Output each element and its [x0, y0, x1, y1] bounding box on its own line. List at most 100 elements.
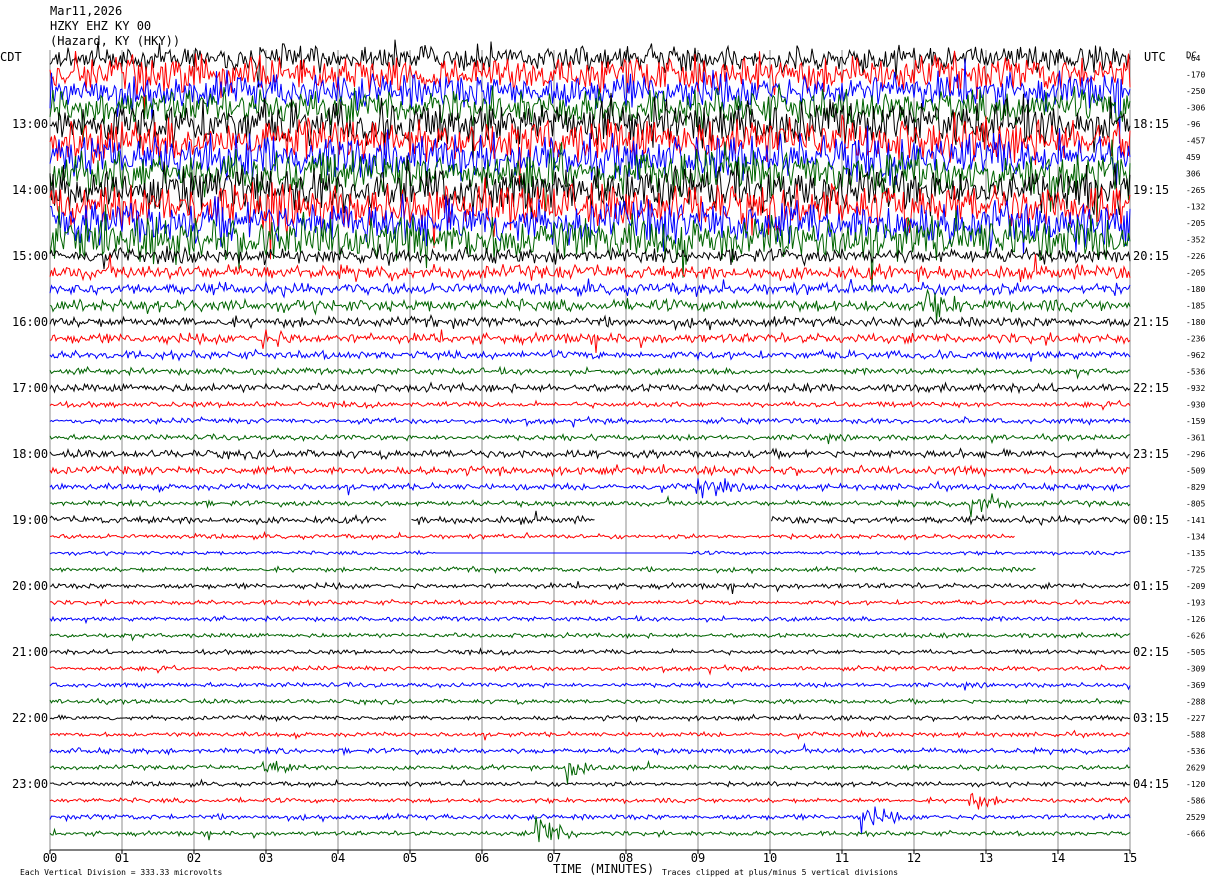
right-hour-label: 01:15: [1133, 579, 1169, 593]
right-hour-label: 03:15: [1133, 711, 1169, 725]
trace-line: [49, 381, 1131, 395]
trace-line: [49, 329, 1131, 354]
right-timezone-label: UTC: [1144, 50, 1166, 64]
trace-line: [49, 759, 1131, 784]
left-hour-label: 21:00: [12, 645, 48, 659]
trace-line: [49, 493, 1131, 518]
trace-line: [49, 712, 1131, 723]
dc-offset-label: -962: [1186, 351, 1205, 360]
x-tick-label: 12: [907, 851, 921, 865]
dc-offset-label: -126: [1186, 615, 1205, 624]
dc-offset-label: -829: [1186, 483, 1205, 492]
dc-offset-label: -132: [1186, 203, 1205, 212]
dc-offset-label: -296: [1186, 450, 1205, 459]
dc-offset-label: -352: [1186, 236, 1205, 245]
dc-offset-label: -626: [1186, 632, 1205, 641]
trace-line: [49, 631, 1131, 642]
dc-offset-label: -536: [1186, 368, 1205, 377]
x-tick-label: 05: [403, 851, 417, 865]
dc-offset-label: -134: [1186, 533, 1205, 542]
right-hour-label: 18:15: [1133, 117, 1169, 131]
dc-offset-label: -205: [1186, 269, 1205, 278]
trace-line: [49, 792, 1131, 810]
trace-line: [49, 729, 1131, 741]
dc-offset-label: -309: [1186, 665, 1205, 674]
left-hour-label: 23:00: [12, 777, 48, 791]
x-tick-label: 14: [1051, 851, 1065, 865]
trace-line: [49, 778, 1130, 789]
dc-offset-label: -236: [1186, 335, 1205, 344]
dc-offset-label: -361: [1186, 434, 1205, 443]
dc-offset-label: -288: [1186, 698, 1205, 707]
right-hour-label: 02:15: [1133, 645, 1169, 659]
trace-line: [49, 697, 1131, 706]
left-hour-label: 22:00: [12, 711, 48, 725]
trace-line: [49, 565, 1036, 575]
helicorder-plot: CDT UTC DC TIME (MINUTES) Each Vertical …: [0, 39, 1205, 877]
x-tick-label: 10: [763, 851, 777, 865]
dc-offset-label: 306: [1186, 170, 1201, 179]
dc-offset-label: -586: [1186, 797, 1205, 806]
trace-line: [49, 447, 1131, 461]
dc-offset-label: -141: [1186, 516, 1205, 525]
x-tick-label: 00: [43, 851, 57, 865]
trace-line: [49, 278, 1131, 299]
x-axis-title: TIME (MINUTES): [553, 862, 654, 876]
trace-line: [49, 598, 1131, 608]
trace-line: [49, 365, 1131, 380]
dc-offset-label: -64: [1186, 54, 1201, 63]
trace-line: [49, 614, 1131, 625]
trace-line: [49, 510, 1131, 527]
seismic-traces: [49, 39, 1131, 843]
trace-line: [49, 314, 1131, 332]
x-tick-label: 15: [1123, 851, 1137, 865]
dc-offset-label: -170: [1186, 71, 1205, 80]
trace-line: [49, 530, 1015, 541]
right-hour-label: 21:15: [1133, 315, 1169, 329]
trace-line: [49, 288, 1131, 322]
x-tick-label: 08: [619, 851, 633, 865]
left-hour-label: 20:00: [12, 579, 48, 593]
right-hour-label: 23:15: [1133, 447, 1169, 461]
trace-line: [49, 806, 1131, 835]
left-hour-label: 13:00: [12, 117, 48, 131]
dc-offset-label: -725: [1186, 566, 1205, 575]
dc-offset-label: -265: [1186, 186, 1205, 195]
footer-left-note: Each Vertical Division = 333.33 microvol…: [20, 868, 222, 877]
left-hour-label: 18:00: [12, 447, 48, 461]
dc-offset-label: -180: [1186, 285, 1205, 294]
x-tick-label: 07: [547, 851, 561, 865]
dc-offset-label: -536: [1186, 747, 1205, 756]
dc-offset-label: -369: [1186, 681, 1205, 690]
trace-line: [49, 816, 1131, 843]
left-hour-label: 15:00: [12, 249, 48, 263]
left-hour-label: 16:00: [12, 315, 48, 329]
dc-offset-label: -930: [1186, 401, 1205, 410]
right-hour-label: 04:15: [1133, 777, 1169, 791]
dc-offset-label: -205: [1186, 219, 1205, 228]
right-hour-label: 20:15: [1133, 249, 1169, 263]
dc-offset-label: 459: [1186, 153, 1201, 162]
trace-line: [49, 581, 1130, 594]
trace-line: [49, 432, 1131, 445]
left-timezone-label: CDT: [0, 50, 22, 64]
dc-offset-label: -666: [1186, 830, 1205, 839]
right-hour-label: 00:15: [1133, 513, 1169, 527]
x-tick-label: 02: [187, 851, 201, 865]
dc-offset-label: -805: [1186, 500, 1205, 509]
x-tick-label: 06: [475, 851, 489, 865]
left-hour-label: 19:00: [12, 513, 48, 527]
dc-offset-label: -588: [1186, 731, 1205, 740]
trace-line: [49, 243, 1131, 269]
right-hour-label: 19:15: [1133, 183, 1169, 197]
dc-offset-label: -135: [1186, 549, 1205, 558]
trace-line: [49, 348, 1131, 362]
trace-line: [49, 549, 1131, 557]
trace-line: [49, 415, 1131, 428]
dc-offset-label: -209: [1186, 582, 1205, 591]
trace-line: [49, 478, 1131, 499]
x-tick-label: 03: [259, 851, 273, 865]
dc-offset-label: -193: [1186, 599, 1205, 608]
x-tick-label: 04: [331, 851, 345, 865]
dc-offset-label: 2629: [1186, 764, 1205, 773]
